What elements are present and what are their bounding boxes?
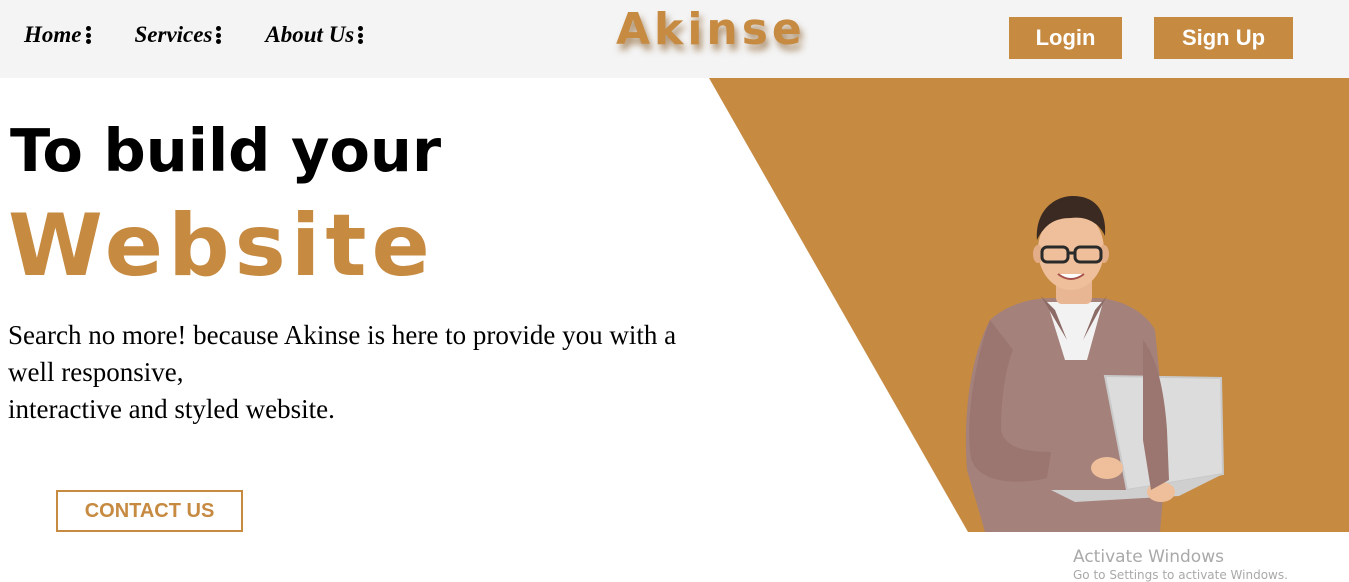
nav-link-label: Home (24, 22, 82, 47)
hero-person-image (965, 196, 1225, 532)
vertical-ellipsis-icon (216, 26, 222, 44)
hero-headline-accent: Website (8, 196, 435, 296)
tagline-line: Search no more! because Akinse is here t… (8, 320, 677, 350)
windows-activation-watermark: Activate Windows Go to Settings to activ… (1073, 546, 1343, 582)
nav-link-about-us[interactable]: About Us (265, 22, 364, 48)
vertical-ellipsis-icon (358, 26, 364, 44)
nav-link-label: About Us (265, 22, 355, 47)
contact-us-button[interactable]: CONTACT US (56, 490, 243, 532)
nav-link-home[interactable]: Home (24, 22, 91, 48)
tagline-line: well responsive, (8, 357, 184, 387)
tagline-line: interactive and styled website. (8, 394, 335, 424)
hero-tagline: Search no more! because Akinse is here t… (8, 317, 818, 428)
watermark-subtitle: Go to Settings to activate Windows. (1073, 568, 1288, 582)
vertical-ellipsis-icon (85, 26, 91, 44)
navbar: Home Services About Us Akinse Login Sign… (0, 0, 1349, 78)
nav-link-label: Services (134, 22, 213, 47)
nav-links: Home Services About Us (24, 22, 364, 48)
hero-headline: To build your (10, 116, 442, 185)
nav-link-services[interactable]: Services (135, 22, 222, 48)
watermark-title: Activate Windows (1073, 547, 1224, 567)
signup-button[interactable]: Sign Up (1154, 17, 1293, 59)
brand-logo[interactable]: Akinse (616, 4, 806, 55)
login-button[interactable]: Login (1009, 17, 1122, 59)
